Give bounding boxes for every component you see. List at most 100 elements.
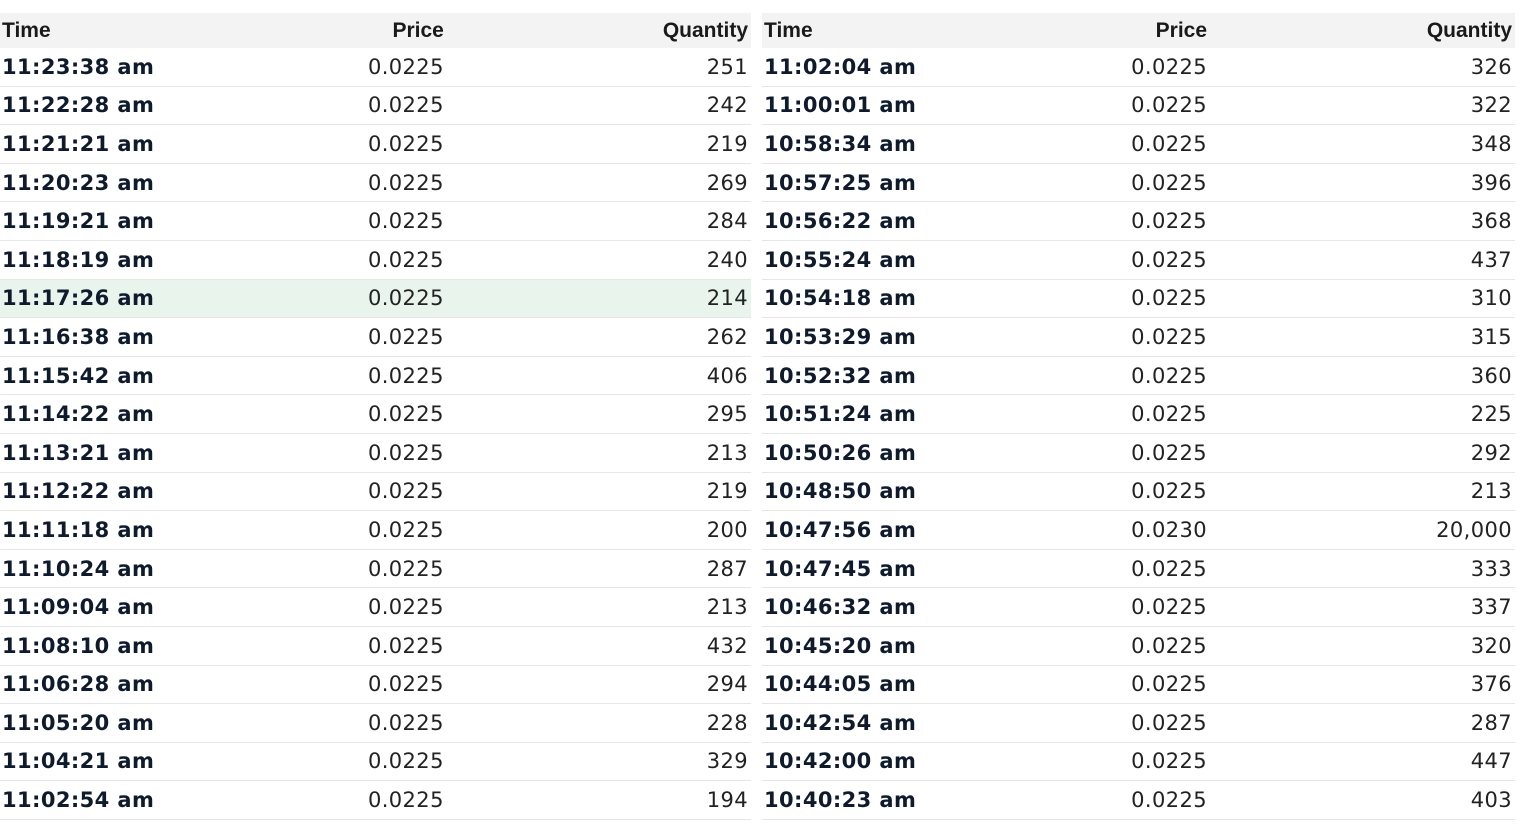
trade-quantity: 20,000	[1210, 510, 1515, 550]
trade-price: 0.0225	[1033, 587, 1211, 627]
trade-quantity: 269	[446, 163, 751, 203]
table-row[interactable]: 11:14:22 am 0.0225 295	[0, 394, 751, 434]
trade-price: 0.0225	[1033, 665, 1211, 705]
column-header-price[interactable]: Price	[270, 13, 447, 48]
trade-price: 0.0225	[1033, 472, 1211, 512]
trade-price: 0.0225	[270, 587, 447, 627]
table-row[interactable]: 10:52:32 am 0.0225 360	[762, 356, 1515, 396]
trade-quantity: 348	[1210, 124, 1515, 164]
trade-quantity: 329	[446, 742, 751, 782]
trade-quantity: 447	[1210, 742, 1515, 782]
trade-quantity: 322	[1210, 86, 1515, 126]
trade-quantity: 368	[1210, 201, 1515, 241]
trade-time: 11:12:22 am	[0, 472, 271, 512]
trade-time: 10:46:32 am	[762, 587, 1034, 627]
table-row[interactable]: 11:19:21 am 0.0225 284	[0, 201, 751, 241]
table-row[interactable]: 10:51:24 am 0.0225 225	[762, 394, 1515, 434]
table-row[interactable]: 11:08:10 am 0.0225 432	[0, 626, 751, 666]
table-row[interactable]: 11:06:28 am 0.0225 294	[0, 665, 751, 705]
column-header-quantity[interactable]: Quantity	[1210, 13, 1515, 48]
trade-time: 11:17:26 am	[0, 279, 271, 319]
table-row[interactable]: 11:04:21 am 0.0225 329	[0, 742, 751, 782]
trade-quantity: 295	[446, 394, 751, 434]
trade-time: 11:19:21 am	[0, 201, 271, 241]
trade-quantity: 320	[1210, 626, 1515, 666]
table-row[interactable]: 10:44:05 am 0.0225 376	[762, 665, 1515, 705]
trade-time: 11:10:24 am	[0, 549, 271, 589]
trade-price: 0.0225	[270, 124, 447, 164]
trade-price: 0.0225	[1033, 780, 1211, 820]
table-row[interactable]: 10:48:50 am 0.0225 213	[762, 472, 1515, 512]
trade-time: 10:57:25 am	[762, 163, 1034, 203]
table-row[interactable]: 11:02:04 am 0.0225 326	[762, 48, 1515, 87]
trade-quantity: 432	[446, 626, 751, 666]
trade-price: 0.0230	[1033, 510, 1211, 550]
trade-time: 11:13:21 am	[0, 433, 271, 473]
trade-time: 10:53:29 am	[762, 317, 1034, 357]
trade-quantity: 294	[446, 665, 751, 705]
trade-price: 0.0225	[270, 279, 447, 319]
table-row[interactable]: 11:10:24 am 0.0225 287	[0, 549, 751, 589]
table-row[interactable]: 11:15:42 am 0.0225 406	[0, 356, 751, 396]
column-header-quantity[interactable]: Quantity	[446, 13, 751, 48]
trade-price: 0.0225	[1033, 742, 1211, 782]
trade-time: 10:47:45 am	[762, 549, 1034, 589]
trade-quantity: 262	[446, 317, 751, 357]
table-row[interactable]: 10:40:23 am 0.0225 403	[762, 780, 1515, 820]
table-row[interactable]: 11:16:38 am 0.0225 262	[0, 317, 751, 357]
table-row[interactable]: 11:05:20 am 0.0225 228	[0, 703, 751, 743]
table-row[interactable]: 11:18:19 am 0.0225 240	[0, 240, 751, 280]
trade-time: 10:55:24 am	[762, 240, 1034, 280]
trade-time: 10:51:24 am	[762, 394, 1034, 434]
table-row[interactable]: 10:50:26 am 0.0225 292	[762, 433, 1515, 473]
trade-time: 10:50:26 am	[762, 433, 1034, 473]
trade-quantity: 213	[446, 433, 751, 473]
table-row[interactable]: 11:13:21 am 0.0225 213	[0, 433, 751, 473]
table-row[interactable]: 11:12:22 am 0.0225 219	[0, 472, 751, 512]
trade-quantity: 437	[1210, 240, 1515, 280]
table-row[interactable]: 11:09:04 am 0.0225 213	[0, 587, 751, 627]
trade-time: 11:16:38 am	[0, 317, 271, 357]
table-row[interactable]: 10:47:45 am 0.0225 333	[762, 549, 1515, 589]
table-row[interactable]: 10:55:24 am 0.0225 437	[762, 240, 1515, 280]
trade-price: 0.0225	[270, 356, 447, 396]
table-row[interactable]: 10:53:29 am 0.0225 315	[762, 317, 1515, 357]
table-row[interactable]: 11:21:21 am 0.0225 219	[0, 124, 751, 164]
table-row[interactable]: 10:58:34 am 0.0225 348	[762, 124, 1515, 164]
trade-quantity: 315	[1210, 317, 1515, 357]
table-row[interactable]: 10:45:20 am 0.0225 320	[762, 626, 1515, 666]
table-row[interactable]: 11:23:38 am 0.0225 251	[0, 48, 751, 87]
trade-time: 10:58:34 am	[762, 124, 1034, 164]
table-row[interactable]: 11:02:54 am 0.0225 194	[0, 780, 751, 820]
trade-quantity: 251	[446, 48, 751, 87]
table-row[interactable]: 11:20:23 am 0.0225 269	[0, 163, 751, 203]
trade-price: 0.0225	[1033, 394, 1211, 434]
trade-price: 0.0225	[270, 163, 447, 203]
table-body: 11:23:38 am 0.0225 251 11:22:28 am 0.0225 242…	[0, 48, 751, 820]
trade-quantity: 326	[1210, 48, 1515, 87]
table-row[interactable]: 11:22:28 am 0.0225 242	[0, 86, 751, 126]
trade-quantity: 214	[446, 279, 751, 319]
trade-price: 0.0225	[270, 665, 447, 705]
column-header-time[interactable]: Time	[0, 13, 271, 48]
trade-time: 11:02:54 am	[0, 780, 271, 820]
table-row[interactable]: 10:46:32 am 0.0225 337	[762, 587, 1515, 627]
trade-time: 11:04:21 am	[0, 742, 271, 782]
table-header-row: Time Price Quantity	[0, 13, 751, 48]
column-header-time[interactable]: Time	[762, 13, 1034, 48]
table-row[interactable]: 10:47:56 am 0.0230 20,000	[762, 510, 1515, 550]
trade-price: 0.0225	[270, 433, 447, 473]
table-row[interactable]: 10:42:00 am 0.0225 447	[762, 742, 1515, 782]
trade-time: 10:47:56 am	[762, 510, 1034, 550]
trade-price: 0.0225	[270, 780, 447, 820]
table-row[interactable]: 10:42:54 am 0.0225 287	[762, 703, 1515, 743]
table-row[interactable]: 10:56:22 am 0.0225 368	[762, 201, 1515, 241]
trade-price: 0.0225	[1033, 356, 1211, 396]
trade-price: 0.0225	[1033, 163, 1211, 203]
table-row[interactable]: 11:17:26 am 0.0225 214	[0, 279, 751, 319]
table-row[interactable]: 10:57:25 am 0.0225 396	[762, 163, 1515, 203]
column-header-price[interactable]: Price	[1033, 13, 1211, 48]
table-row[interactable]: 10:54:18 am 0.0225 310	[762, 279, 1515, 319]
table-row[interactable]: 11:11:18 am 0.0225 200	[0, 510, 751, 550]
table-row[interactable]: 11:00:01 am 0.0225 322	[762, 86, 1515, 126]
